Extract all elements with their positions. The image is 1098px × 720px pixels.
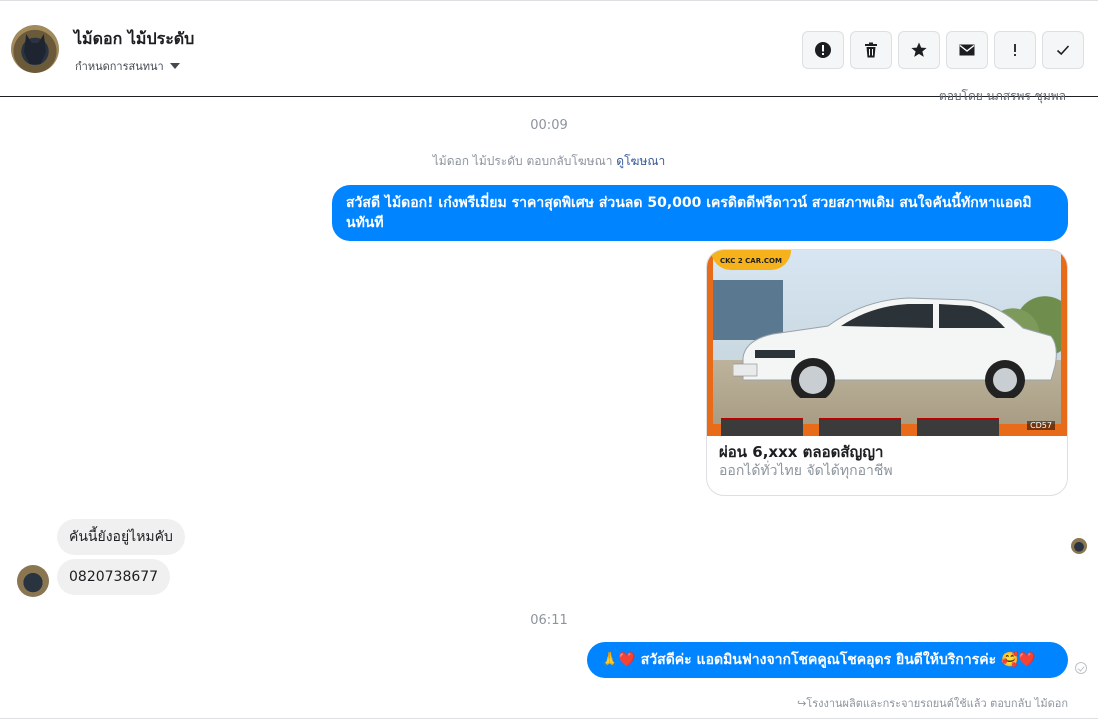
trash-icon [865, 42, 877, 58]
check-icon [1056, 45, 1070, 56]
previous-reply-note: ตอบโดย นภสรพร ชุมพล [938, 89, 1066, 103]
done-button[interactable] [1042, 31, 1084, 69]
conversation-header: ไม้ดอก ไม้ประดับ กำหนดการสนทนา [0, 0, 1098, 97]
timestamp: 06:11 [530, 613, 568, 628]
unread-button[interactable] [946, 31, 988, 69]
contact-avatar[interactable] [11, 25, 59, 73]
assign-conversation-label: กำหนดการสนทนา [75, 60, 164, 73]
star-button[interactable] [898, 31, 940, 69]
messenger-conversation: ไม้ดอก ไม้ประดับ กำหนดการสนทนา ตอบโดย นภ… [0, 0, 1098, 720]
incoming-message[interactable]: 0820738677 [57, 559, 171, 595]
seen-avatar [1071, 538, 1087, 554]
sent-check-icon [1075, 662, 1087, 674]
spam-button[interactable] [802, 31, 844, 69]
contact-name[interactable]: ไม้ดอก ไม้ประดับ [74, 27, 194, 52]
timestamp: 00:09 [530, 118, 568, 133]
envelope-icon [959, 44, 975, 56]
thumbnail-strip [721, 418, 1053, 436]
ad-reply-note: ไม้ดอก ไม้ประดับ ตอบกลับโฆษณา ดูโฆษณา [0, 152, 1098, 171]
assign-conversation-dropdown[interactable]: กำหนดการสนทนา [75, 57, 180, 75]
caret-down-icon [169, 63, 180, 69]
ad-card-image[interactable]: CKC 2 CAR.COM CD57 [707, 250, 1067, 436]
reply-attribution: ↪โรงงานผลิตและกระจายรถยนต์ใช้แล้ว ตอบกลั… [797, 697, 1068, 710]
exclamation-circle-icon [815, 42, 831, 58]
listing-code: CD57 [1027, 421, 1055, 430]
dealer-logo: CKC 2 CAR.COM [711, 250, 791, 270]
ad-reply-text: ไม้ดอก ไม้ประดับ ตอบกลับโฆษณา [432, 154, 613, 168]
priority-button[interactable] [994, 31, 1036, 69]
exclamation-icon [1014, 44, 1016, 56]
composer-divider [0, 718, 1098, 719]
incoming-message[interactable]: คันนี้ยังอยู่ไหมคับ [57, 519, 185, 555]
sender-avatar[interactable] [17, 565, 49, 597]
conversation-toolbar [802, 31, 1084, 69]
ad-card-subtitle: ออกได้ทั่วไทย จัดได้ทุกอาชีพ [719, 463, 893, 479]
outgoing-message[interactable]: 🙏❤️ สวัสดีค่ะ แอดมินฟางจากโชคคูณโชคอุดร … [587, 642, 1068, 678]
delete-button[interactable] [850, 31, 892, 69]
message-list[interactable]: ตอบโดย นภสรพร ชุมพล 00:09 ไม้ดอก ไม้ประด… [0, 89, 1098, 720]
view-ad-link[interactable]: ดูโฆษณา [616, 154, 665, 168]
star-icon [911, 42, 927, 57]
car-image [733, 297, 1057, 398]
ad-card[interactable]: CKC 2 CAR.COM CD57 ผ่อน 6,xxx ตลอดสัญญา … [706, 249, 1068, 496]
outgoing-message[interactable]: สวัสดี ไม้ดอก! เก๋งพรีเมี่ยม ราคาสุดพิเศ… [332, 185, 1068, 241]
